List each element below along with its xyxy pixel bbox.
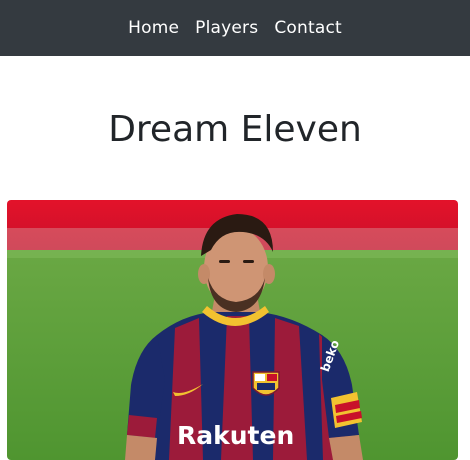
nav-link-contact[interactable]: Contact [274,18,342,38]
nav-link-home[interactable]: Home [128,18,179,38]
player-photo: beko Rakuten [7,200,458,460]
player-card: beko Rakuten [7,200,458,460]
nav-link-players[interactable]: Players [195,18,258,38]
top-navbar: Home Players Contact [0,0,470,56]
page-title: Dream Eleven [108,109,362,150]
